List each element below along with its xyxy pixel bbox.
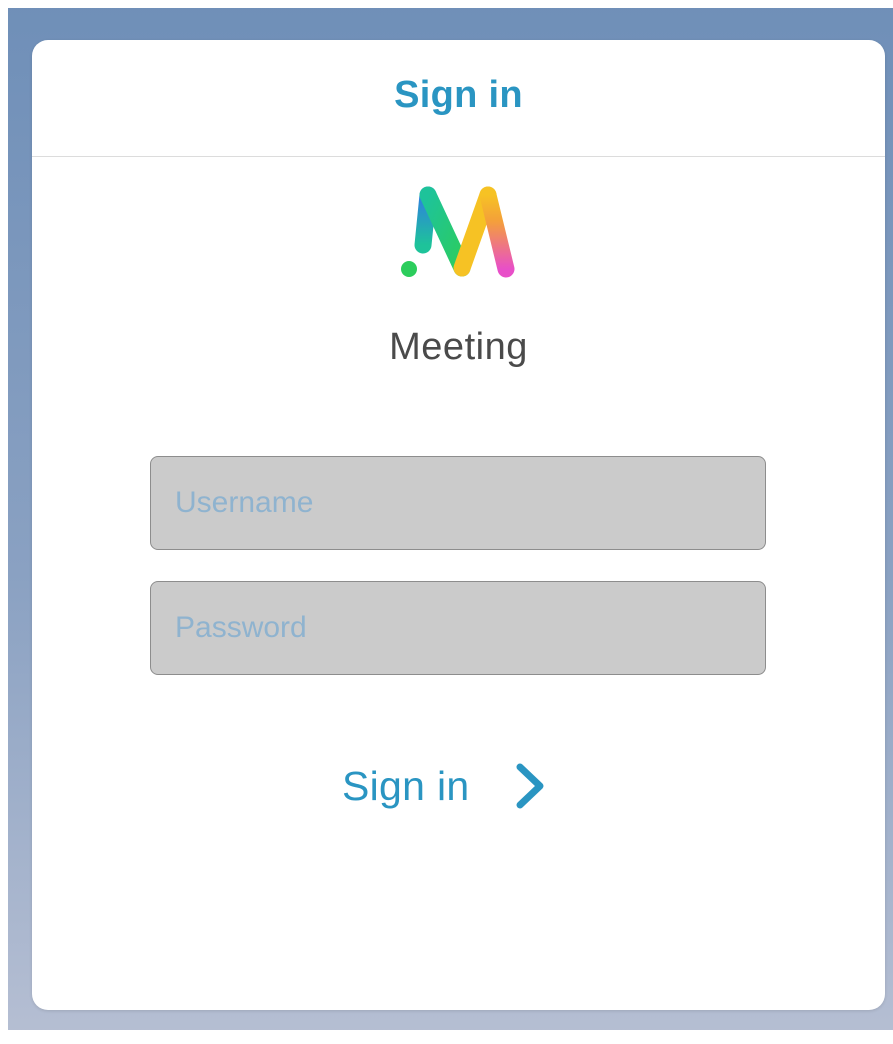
bottom-border	[0, 1030, 893, 1044]
left-border	[0, 0, 8, 1044]
card-header: Sign in	[32, 40, 885, 157]
meeting-logo-icon	[401, 186, 515, 278]
app-name: Meeting	[389, 326, 528, 368]
page-title: Sign in	[394, 73, 523, 116]
signin-button[interactable]: Sign in	[342, 754, 547, 818]
password-field[interactable]	[150, 581, 766, 675]
username-field[interactable]	[150, 456, 766, 550]
signin-button-label: Sign in	[342, 762, 470, 809]
top-border	[0, 0, 893, 8]
signin-card: Sign in Meeting Sign in	[32, 40, 885, 1010]
chevron-right-icon	[516, 763, 544, 809]
